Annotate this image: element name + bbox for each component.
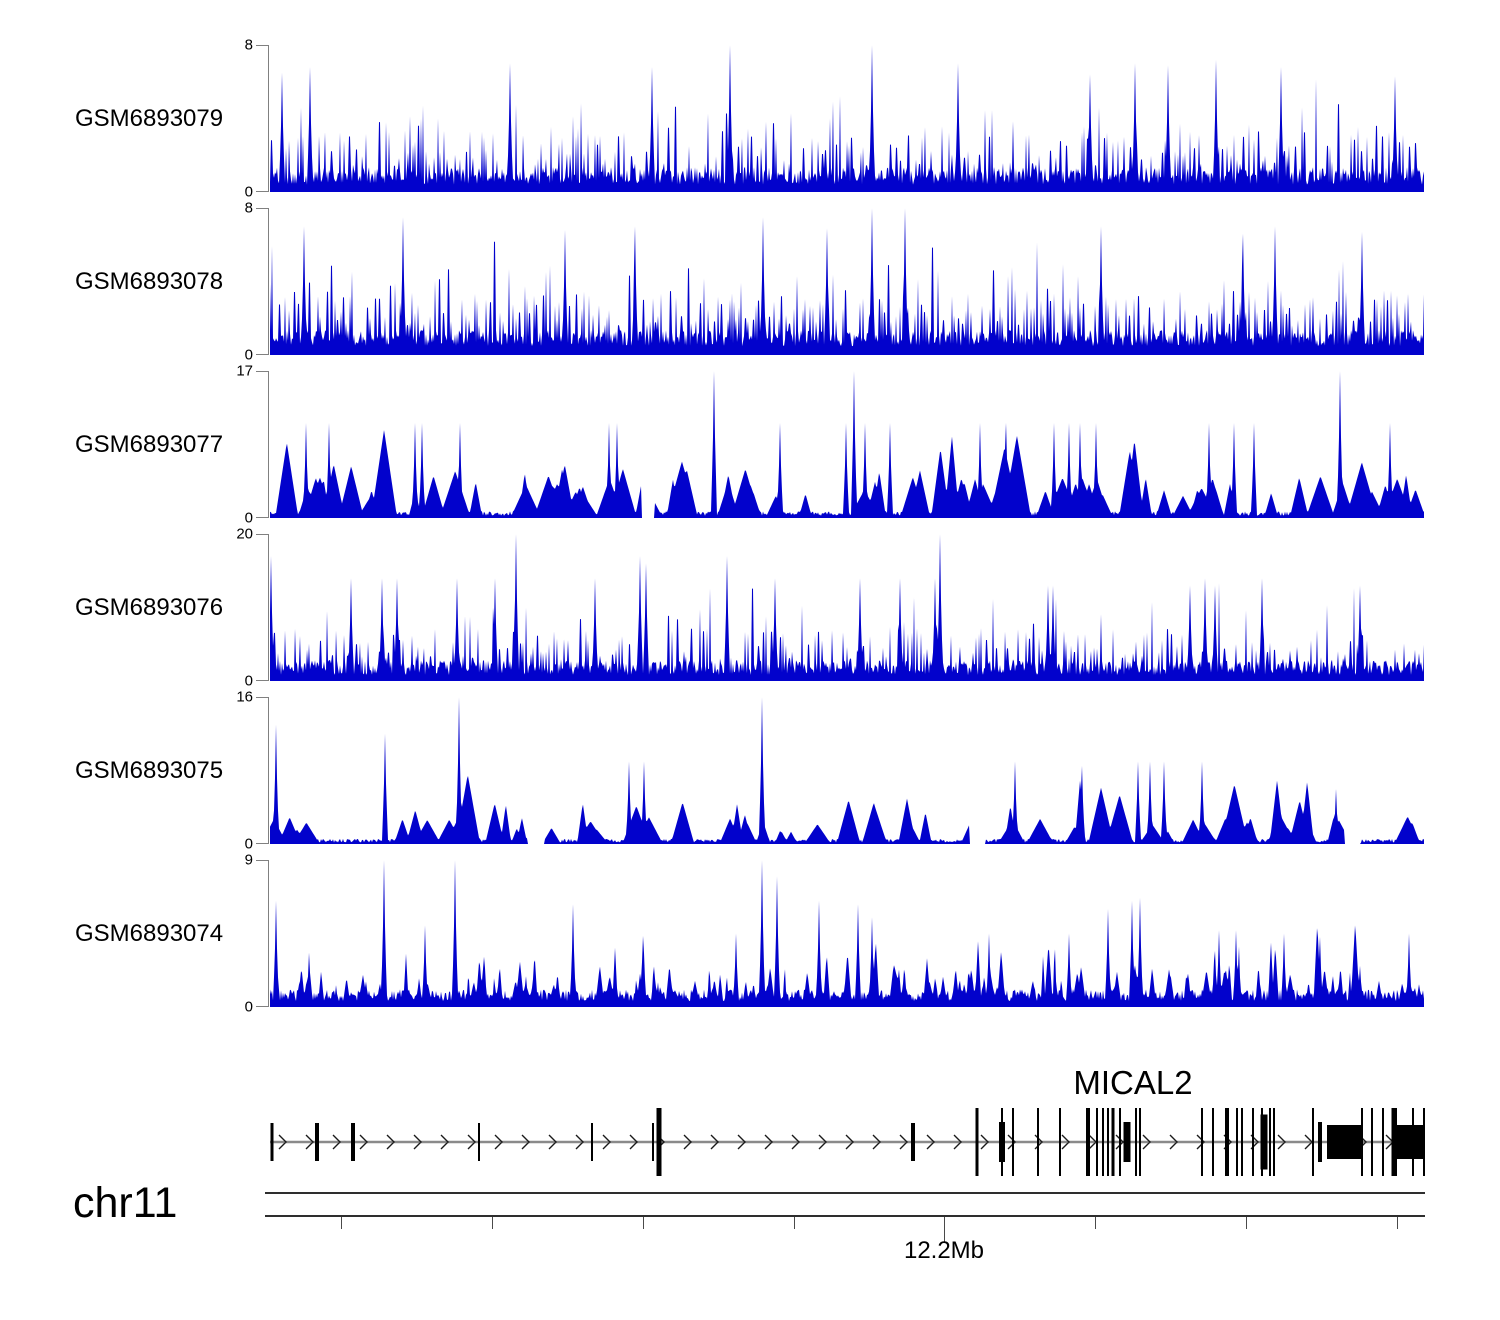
exon-bar (1124, 1122, 1131, 1162)
exon-bar (315, 1123, 319, 1161)
y-axis-max-label: 17 (195, 364, 253, 379)
exon-bar (351, 1123, 355, 1161)
exon-bar (1201, 1108, 1203, 1176)
exon-bar (1318, 1122, 1322, 1162)
exon-bar (1112, 1108, 1115, 1176)
coverage-area-svg (270, 697, 1425, 844)
exon-bar (1139, 1108, 1141, 1176)
coverage-track: GSM6893075 16 0 (0, 697, 1500, 844)
exon-bar (1001, 1108, 1003, 1176)
coverage-track: GSM6893079 8 0 (0, 45, 1500, 192)
coverage-area (270, 45, 1424, 192)
track-label: GSM6893078 (75, 268, 223, 296)
y-axis-max-label: 8 (195, 201, 253, 216)
exon-bar (591, 1123, 593, 1161)
ruler-minor-tick (1397, 1217, 1398, 1229)
ruler-bottom-line (265, 1215, 1425, 1217)
y-axis-line (268, 45, 269, 192)
y-axis-max-label: 8 (195, 38, 253, 53)
y-axis-line (268, 697, 269, 844)
exon-bar (1102, 1108, 1104, 1176)
gene-model-svg (270, 1060, 1425, 1190)
coverage-area (270, 534, 1424, 681)
exon-bar (1382, 1108, 1384, 1176)
exon-bar (1037, 1108, 1039, 1176)
exon-bar (1312, 1108, 1314, 1176)
track-label: GSM6893079 (75, 105, 223, 133)
y-axis-max-label: 16 (195, 690, 253, 705)
y-axis-line (268, 371, 269, 518)
exon-block (1393, 1125, 1426, 1159)
coverage-track: GSM6893078 8 0 (0, 208, 1500, 355)
exon-bar (1212, 1108, 1214, 1176)
coverage-area-svg (270, 371, 1425, 518)
exon-bar (1225, 1108, 1229, 1176)
exon-bar (1252, 1108, 1254, 1176)
exon-bar (1107, 1108, 1109, 1176)
exon-bar (652, 1123, 654, 1161)
y-axis-zero-label: 0 (195, 674, 253, 689)
exon-bar (1261, 1115, 1268, 1170)
ruler-minor-tick (1246, 1217, 1247, 1229)
genome-browser-figure: GSM6893079 8 0 GSM6893078 8 0 GSM6893077… (0, 0, 1500, 1320)
exon-bar (1371, 1108, 1373, 1176)
track-label: GSM6893075 (75, 757, 223, 785)
exon-bar (976, 1108, 979, 1176)
exon-block (1327, 1125, 1363, 1159)
exon-bar (1096, 1108, 1098, 1176)
y-axis-zero-label: 0 (195, 185, 253, 200)
ruler-tick-label: 12.2Mb (904, 1237, 984, 1265)
exon-bar (1236, 1108, 1238, 1176)
exon-bar (1273, 1108, 1275, 1176)
chromosome-label: chr11 (73, 1179, 177, 1228)
coverage-track: GSM6893074 9 0 (0, 860, 1500, 1007)
exon-bar (478, 1123, 480, 1161)
y-axis-max-label: 20 (195, 527, 253, 542)
ruler-minor-tick (341, 1217, 342, 1229)
coverage-area-svg (270, 45, 1425, 192)
track-label: GSM6893077 (75, 431, 223, 459)
ruler-minor-tick (643, 1217, 644, 1229)
y-axis-zero-label: 0 (195, 511, 253, 526)
ruler-top-line (265, 1192, 1425, 1194)
exon-bar (1012, 1108, 1014, 1176)
coverage-area (270, 371, 1424, 518)
ruler-minor-tick (1095, 1217, 1096, 1229)
exon-bar (1059, 1108, 1061, 1176)
exon-bar (1241, 1108, 1243, 1176)
coverage-track: GSM6893076 20 0 (0, 534, 1500, 681)
coverage-area (270, 697, 1424, 844)
y-axis-line (268, 208, 269, 355)
exon-bar (271, 1123, 274, 1161)
coverage-area (270, 208, 1424, 355)
ruler-minor-tick (492, 1217, 493, 1229)
exon-bar (1119, 1108, 1121, 1176)
y-axis-line (268, 534, 269, 681)
track-label: GSM6893076 (75, 594, 223, 622)
exon-bar (1135, 1108, 1137, 1176)
coverage-track: GSM6893077 17 0 (0, 371, 1500, 518)
y-axis-zero-label: 0 (195, 348, 253, 363)
ruler-minor-tick (794, 1217, 795, 1229)
y-axis-max-label: 9 (195, 853, 253, 868)
track-label: GSM6893074 (75, 920, 223, 948)
y-axis-zero-label: 0 (195, 837, 253, 852)
exon-bar (1269, 1108, 1271, 1176)
y-axis-zero-label: 0 (195, 1000, 253, 1015)
exon-bar (911, 1123, 915, 1161)
y-axis-line (268, 860, 269, 1007)
coverage-area-svg (270, 208, 1425, 355)
coverage-area (270, 860, 1424, 1007)
coverage-area-svg (270, 860, 1425, 1007)
exon-bar (657, 1108, 662, 1176)
exon-bar (1086, 1108, 1090, 1176)
coverage-area-svg (270, 534, 1425, 681)
